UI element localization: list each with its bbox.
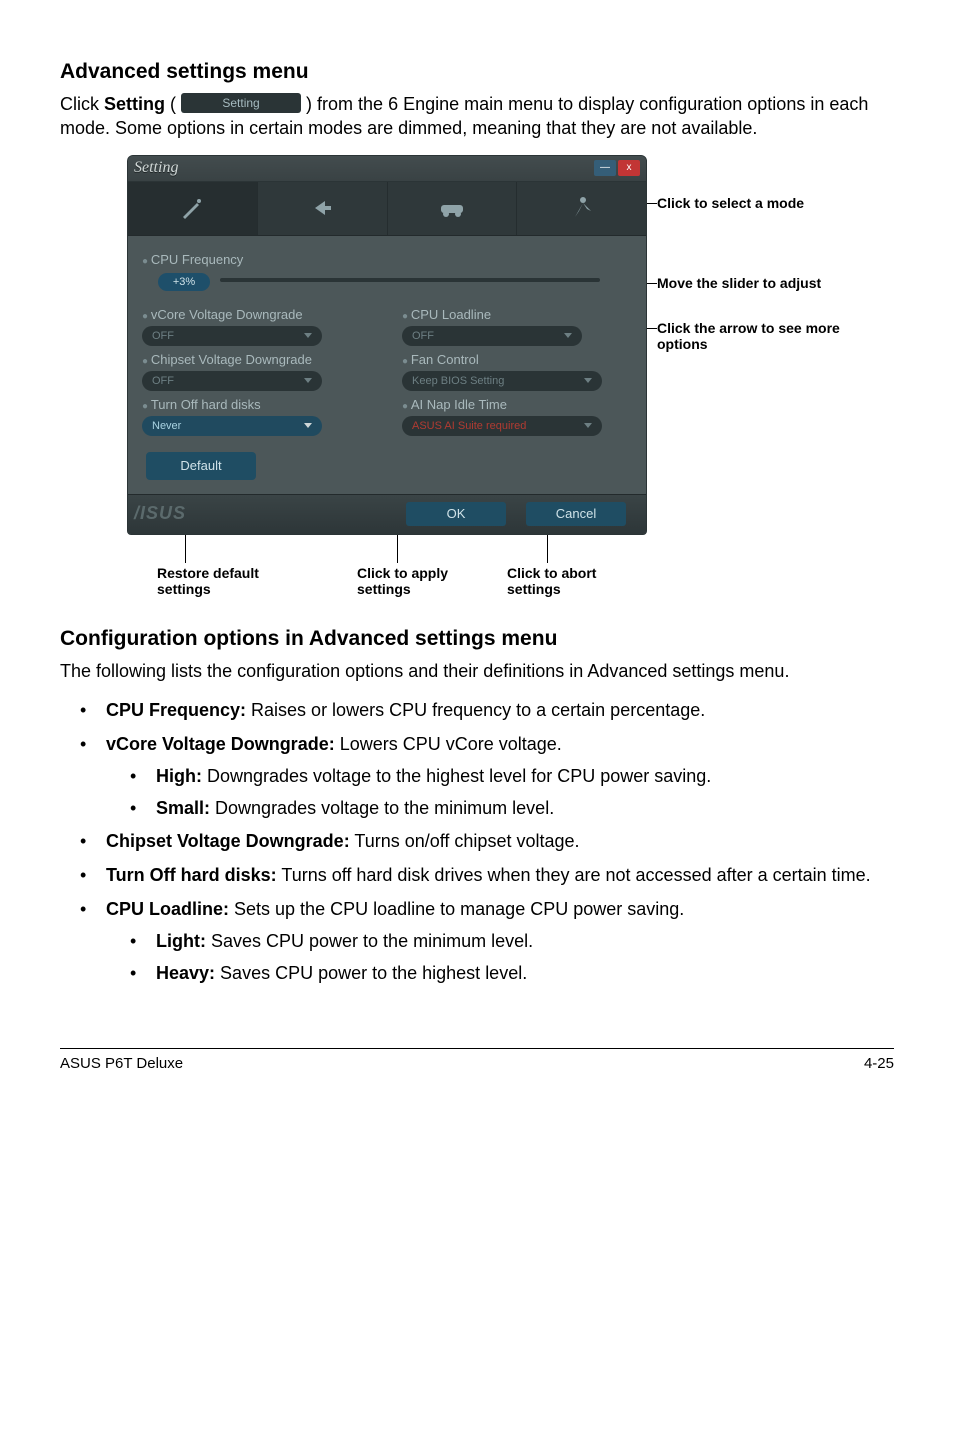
chevron-down-icon (584, 423, 592, 428)
ai-nap-label: AI Nap Idle Time (402, 397, 632, 412)
callout-abort: Click to abort settings (507, 565, 596, 597)
callout-apply: Click to apply settings (357, 565, 448, 597)
advanced-settings-heading: Advanced settings menu (60, 60, 894, 84)
para-paren: ( (170, 94, 176, 114)
bottom-bar: /ISUS OK Cancel (128, 494, 646, 534)
mode-tab-3[interactable] (388, 182, 518, 235)
footer-right: 4-25 (864, 1055, 894, 1072)
list-item: vCore Voltage Downgrade: Lowers CPU vCor… (90, 731, 894, 823)
turn-off-hdd-label: Turn Off hard disks (142, 397, 372, 412)
window-title: Setting (134, 159, 178, 177)
list-item: Chipset Voltage Downgrade: Turns on/off … (90, 828, 894, 856)
mode-tabs (128, 182, 646, 236)
wand-icon (179, 195, 205, 221)
list-item: CPU Frequency: Raises or lowers CPU freq… (90, 697, 894, 725)
minimize-button[interactable]: — (594, 160, 616, 176)
footer-left: ASUS P6T Deluxe (60, 1055, 183, 1072)
turn-off-hdd-dropdown[interactable]: Never (142, 416, 322, 436)
run-icon (569, 195, 595, 221)
chevron-down-icon (564, 333, 572, 338)
ai-nap-dropdown[interactable]: ASUS AI Suite required (402, 416, 602, 436)
car-icon (437, 195, 467, 221)
config-options-paragraph: The following lists the configuration op… (60, 659, 894, 683)
mode-tab-1[interactable] (128, 182, 258, 235)
vcore-downgrade-dropdown[interactable]: OFF (142, 326, 322, 346)
bottom-callouts: Restore default settings Click to apply … (127, 565, 647, 597)
setting-window: Setting — x CPU Frequency +3% (127, 155, 647, 535)
callout-move-slider: Move the slider to adjust (657, 275, 827, 292)
callout-select-mode: Click to select a mode (657, 195, 827, 212)
chipset-downgrade-dropdown[interactable]: OFF (142, 371, 322, 391)
list-item: Turn Off hard disks: Turns off hard disk… (90, 862, 894, 890)
default-button[interactable]: Default (146, 452, 256, 480)
chipset-downgrade-label: Chipset Voltage Downgrade (142, 352, 372, 367)
mode-tab-2[interactable] (258, 182, 388, 235)
list-item: Small: Downgrades voltage to the minimum… (140, 795, 894, 823)
list-item: Light: Saves CPU power to the minimum le… (140, 928, 894, 956)
back-arrow-icon (309, 195, 335, 221)
config-options-heading: Configuration options in Advanced settin… (60, 627, 894, 651)
para-bold-setting: Setting (104, 94, 165, 114)
chevron-down-icon (584, 378, 592, 383)
cpu-frequency-label: CPU Frequency (142, 252, 632, 267)
config-options-list: CPU Frequency: Raises or lowers CPU freq… (60, 697, 894, 988)
titlebar: Setting — x (128, 156, 646, 182)
cpu-frequency-track[interactable] (220, 278, 600, 282)
settings-content: CPU Frequency +3% vCore Voltage Downgrad… (128, 236, 646, 494)
callout-restore-default: Restore default settings (157, 565, 259, 597)
para-pre: Click (60, 94, 104, 114)
chevron-down-icon (304, 423, 312, 428)
asus-logo: /ISUS (134, 503, 186, 524)
list-item: CPU Loadline: Sets up the CPU loadline t… (90, 896, 894, 988)
list-item: Heavy: Saves CPU power to the highest le… (140, 960, 894, 988)
cancel-button[interactable]: Cancel (526, 502, 626, 526)
cpu-loadline-label: CPU Loadline (402, 307, 632, 322)
cpu-frequency-slider[interactable]: +3% (158, 273, 210, 291)
fan-control-label: Fan Control (402, 352, 632, 367)
close-button[interactable]: x (618, 160, 640, 176)
ok-button[interactable]: OK (406, 502, 506, 526)
inline-setting-button: Setting (181, 93, 301, 113)
chevron-down-icon (304, 378, 312, 383)
page-footer: ASUS P6T Deluxe 4-25 (60, 1048, 894, 1072)
callout-click-arrow: Click the arrow to see more options (657, 320, 847, 354)
mode-tab-4[interactable] (517, 182, 646, 235)
fan-control-dropdown[interactable]: Keep BIOS Setting (402, 371, 602, 391)
list-item: High: Downgrades voltage to the highest … (140, 763, 894, 791)
advanced-settings-paragraph: Click Setting ( Setting ) from the 6 Eng… (60, 92, 894, 141)
cpu-loadline-dropdown[interactable]: OFF (402, 326, 582, 346)
chevron-down-icon (304, 333, 312, 338)
settings-dialog-diagram: Click to select a mode Move the slider t… (97, 155, 857, 597)
vcore-downgrade-label: vCore Voltage Downgrade (142, 307, 372, 322)
